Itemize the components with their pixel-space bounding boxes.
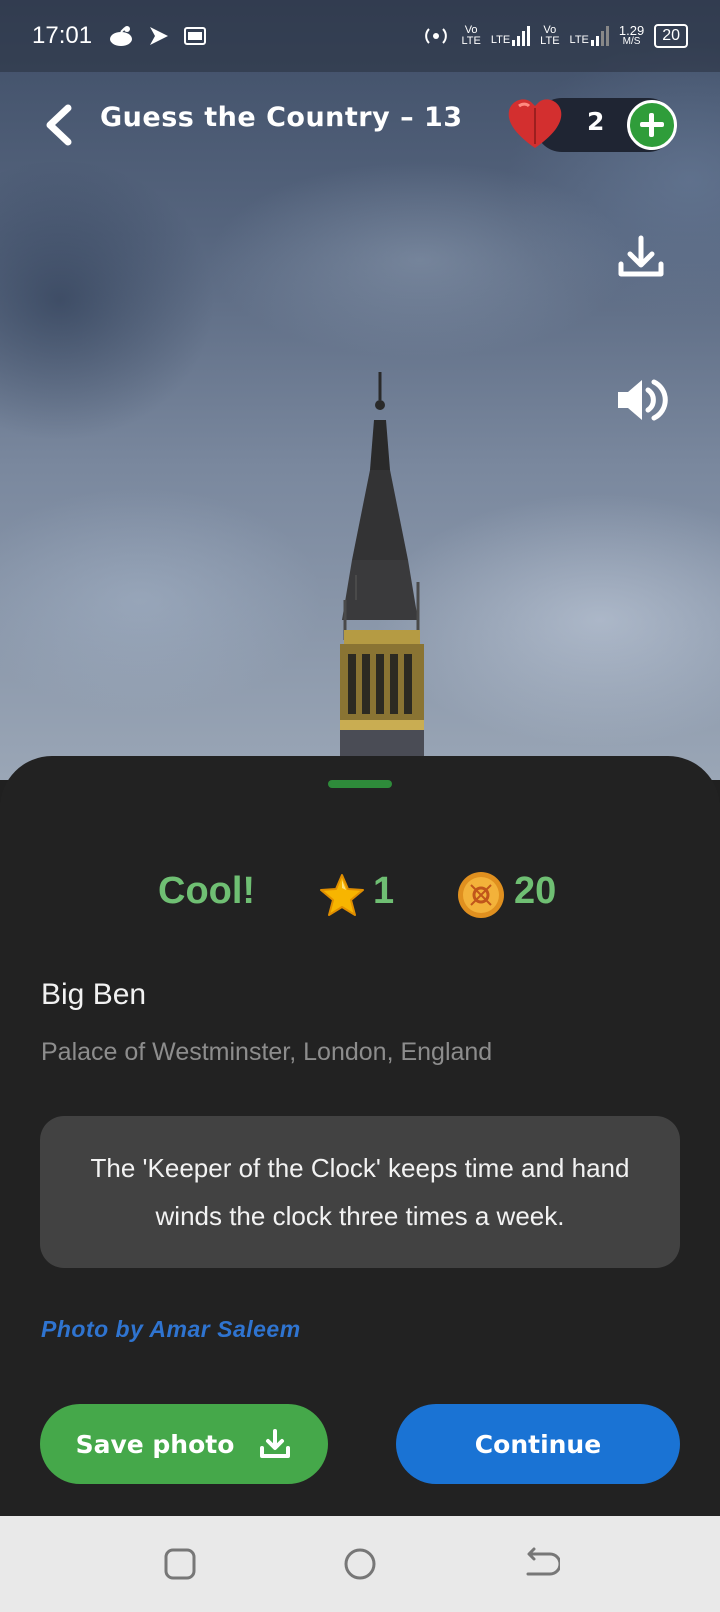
volte-indicator-1: Vo LTE (461, 24, 481, 47)
result-sheet: Cool! 1 20 Big Ben Palace of Westminster… (0, 756, 720, 1516)
page-title: Guess the Country – 13 (100, 102, 463, 133)
play-arrow-icon (150, 27, 169, 45)
save-photo-label: Save photo (75, 1429, 235, 1459)
back-button[interactable] (40, 102, 80, 148)
save-photo-button[interactable]: Save photo (40, 1404, 328, 1484)
add-lives-button[interactable] (627, 100, 677, 150)
heart-icon (508, 99, 562, 148)
place-location: Palace of Westminster, London, England (41, 1038, 493, 1066)
volte-indicator-2: Vo LTE (540, 24, 560, 47)
star-icon (320, 874, 364, 916)
download-icon[interactable] (613, 230, 669, 286)
continue-button[interactable]: Continue (396, 1404, 680, 1484)
coins-earned: 20 (514, 870, 557, 912)
place-name: Big Ben (41, 978, 147, 1011)
volume-icon[interactable] (612, 372, 668, 428)
result-verdict: Cool! (158, 870, 256, 912)
network-speed: 1.29 M/S (618, 23, 645, 47)
system-nav-bar (0, 1516, 720, 1612)
signal-1: LTE (491, 26, 531, 46)
signal-bars-icon (512, 26, 531, 46)
coin-icon (458, 872, 504, 918)
game-header: Guess the Country – 13 2 (0, 90, 720, 160)
photo-credit-link[interactable]: Photo by Amar Saleem (41, 1316, 301, 1343)
battery-indicator: 20 (654, 24, 688, 48)
fact-text: The 'Keeper of the Clock' keeps time and… (90, 1153, 630, 1231)
status-time: 17:01 (32, 22, 93, 49)
lives-count: 2 (587, 107, 605, 136)
fact-card: The 'Keeper of the Clock' keeps time and… (40, 1116, 680, 1268)
signal-bars-icon (590, 26, 609, 46)
hotspot-icon (425, 28, 448, 44)
status-bar: 17:01 Vo LTE LTE Vo LTE LTE 1.29 M/S 20 (0, 0, 720, 72)
lives-widget: 2 (505, 94, 680, 152)
recents-icon[interactable] (160, 1544, 200, 1584)
continue-label: Continue (474, 1429, 602, 1459)
signal-2: LTE (570, 26, 609, 46)
gs-badge-icon (184, 27, 207, 45)
reddit-icon (110, 26, 133, 46)
home-icon[interactable] (340, 1544, 380, 1584)
download-icon (260, 1429, 291, 1458)
back-nav-icon[interactable] (520, 1544, 560, 1584)
score-row: Cool! 1 20 (0, 866, 720, 926)
sheet-drag-handle[interactable] (328, 780, 392, 788)
stars-earned: 1 (373, 870, 395, 912)
